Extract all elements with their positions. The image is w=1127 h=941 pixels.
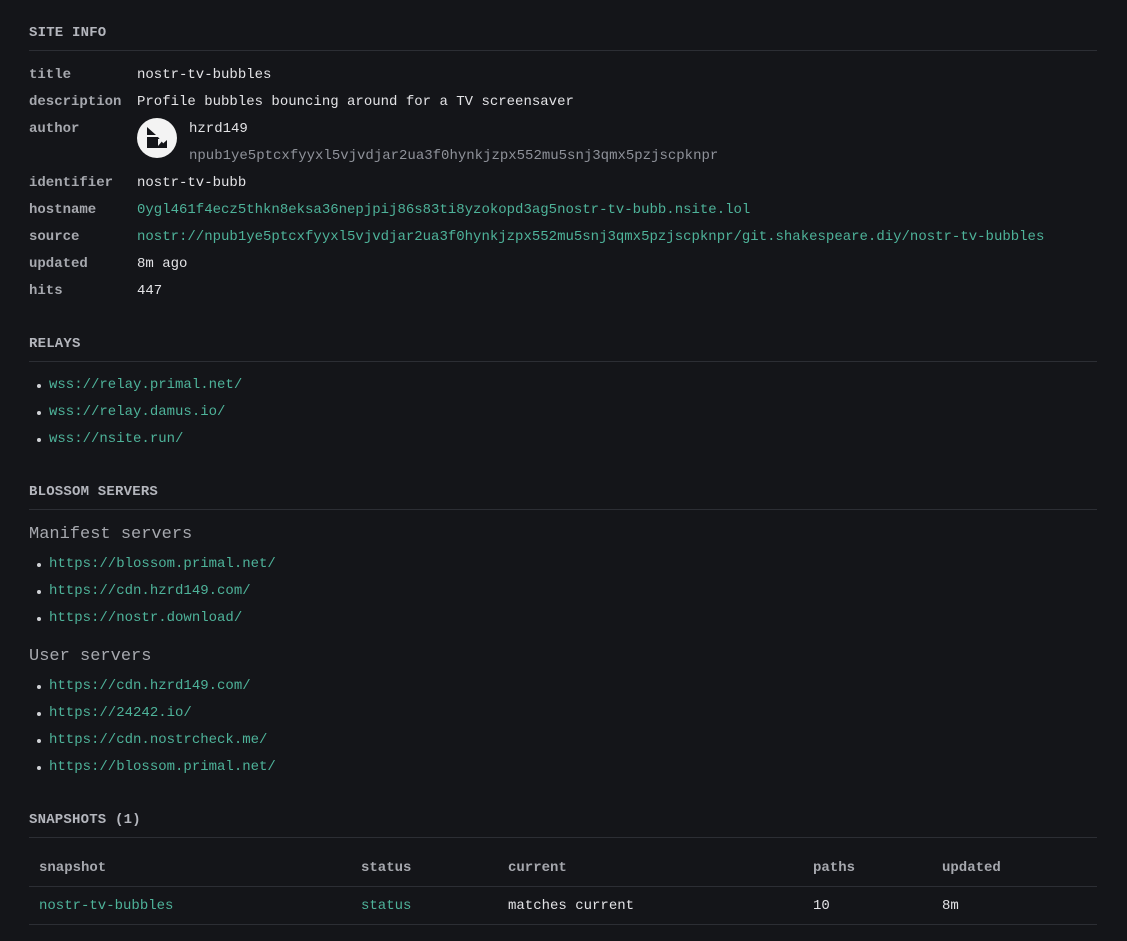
- list-item: https://cdn.hzrd149.com/: [37, 673, 1097, 700]
- snapshots-table: snapshot status current paths updated no…: [29, 849, 1097, 925]
- relay-link[interactable]: wss://nsite.run/: [49, 426, 183, 453]
- column-header-status: status: [351, 849, 498, 887]
- hostname-row: hostname 0ygl461f4ecz5thkn8eksa36nepjpij…: [29, 197, 1097, 224]
- site-info-section: SITE INFO title nostr-tv-bubbles descrip…: [29, 0, 1097, 305]
- server-link[interactable]: https://24242.io/: [49, 700, 192, 727]
- identifier-row: identifier nostr-tv-bubb: [29, 170, 1097, 197]
- bullet-icon: [37, 711, 41, 716]
- author-row: author hzrd149 npub1ye5ptcxfyyxl5vjvdjar…: [29, 116, 1097, 170]
- manifest-servers-heading: Manifest servers: [29, 525, 193, 544]
- bullet-icon: [37, 437, 41, 442]
- relay-link[interactable]: wss://relay.damus.io/: [49, 399, 225, 426]
- bullet-icon: [37, 738, 41, 743]
- column-header-paths: paths: [803, 849, 932, 887]
- bullet-icon: [37, 616, 41, 621]
- snapshot-link[interactable]: nostr-tv-bubbles: [39, 898, 173, 914]
- server-link[interactable]: https://cdn.hzrd149.com/: [49, 673, 251, 700]
- relays-list: wss://relay.primal.net/ wss://relay.damu…: [29, 372, 1097, 453]
- column-header-updated: updated: [932, 849, 1097, 887]
- author-npub: npub1ye5ptcxfyyxl5vjvdjar2ua3f0hynkjzpx5…: [189, 148, 719, 164]
- list-item: https://cdn.hzrd149.com/: [37, 578, 1097, 605]
- relays-heading: RELAYS: [29, 336, 1097, 362]
- hits-row: hits 447: [29, 278, 1097, 305]
- title-value: nostr-tv-bubbles: [137, 67, 272, 83]
- hits-key: hits: [29, 283, 63, 299]
- bullet-icon: [37, 562, 41, 567]
- description-row: description Profile bubbles bouncing aro…: [29, 89, 1097, 116]
- bullet-icon: [37, 765, 41, 770]
- list-item: wss://relay.primal.net/: [37, 372, 1097, 399]
- source-key: source: [29, 229, 80, 245]
- source-link[interactable]: nostr://npub1ye5ptcxfyyxl5vjvdjar2ua3f0h…: [137, 224, 1044, 251]
- table-header-row: snapshot status current paths updated: [29, 849, 1097, 887]
- column-header-current: current: [498, 849, 803, 887]
- server-link[interactable]: https://nostr.download/: [49, 605, 242, 632]
- manifest-servers-list: https://blossom.primal.net/ https://cdn.…: [29, 551, 1097, 632]
- updated-value: 8m ago: [137, 256, 188, 272]
- blossom-heading: BLOSSOM SERVERS: [29, 484, 1097, 510]
- author-text: hzrd149 npub1ye5ptcxfyyxl5vjvdjar2ua3f0h…: [189, 116, 718, 170]
- hostname-link[interactable]: 0ygl461f4ecz5thkn8eksa36nepjpij86s83ti8y…: [137, 197, 750, 224]
- site-info-table: title nostr-tv-bubbles description Profi…: [29, 62, 1097, 305]
- list-item: wss://nsite.run/: [37, 426, 1097, 453]
- site-info-heading: SITE INFO: [29, 25, 1097, 51]
- list-item: https://blossom.primal.net/: [37, 551, 1097, 578]
- list-item: https://blossom.primal.net/: [37, 754, 1097, 781]
- hits-value: 447: [137, 283, 163, 299]
- relays-section: RELAYS wss://relay.primal.net/ wss://rel…: [29, 336, 1097, 453]
- snapshots-section: SNAPSHOTS (1) snapshot status current pa…: [29, 812, 1097, 925]
- bullet-icon: [37, 383, 41, 388]
- hazard-logo-icon: [147, 127, 167, 148]
- title-row: title nostr-tv-bubbles: [29, 62, 1097, 89]
- page: SITE INFO title nostr-tv-bubbles descrip…: [0, 0, 1127, 925]
- status-link[interactable]: status: [361, 898, 411, 914]
- blossom-section: BLOSSOM SERVERS Manifest servers https:/…: [29, 484, 1097, 781]
- list-item: https://cdn.nostrcheck.me/: [37, 727, 1097, 754]
- column-header-snapshot: snapshot: [29, 849, 351, 887]
- author-key: author: [29, 121, 80, 137]
- identifier-value: nostr-tv-bubb: [137, 175, 247, 191]
- author-name[interactable]: hzrd149: [189, 116, 718, 143]
- server-link[interactable]: https://blossom.primal.net/: [49, 551, 276, 578]
- list-item: https://nostr.download/: [37, 605, 1097, 632]
- bullet-icon: [37, 410, 41, 415]
- user-servers-heading: User servers: [29, 647, 152, 666]
- identifier-key: identifier: [29, 175, 114, 191]
- bullet-icon: [37, 684, 41, 689]
- author-value[interactable]: hzrd149 npub1ye5ptcxfyyxl5vjvdjar2ua3f0h…: [137, 116, 718, 170]
- relay-link[interactable]: wss://relay.primal.net/: [49, 372, 242, 399]
- bullet-icon: [37, 589, 41, 594]
- paths-cell: 10: [803, 886, 932, 925]
- description-value: Profile bubbles bouncing around for a TV…: [137, 94, 574, 110]
- server-link[interactable]: https://cdn.nostrcheck.me/: [49, 727, 267, 754]
- updated-cell: 8m: [932, 886, 1097, 925]
- list-item: https://24242.io/: [37, 700, 1097, 727]
- server-link[interactable]: https://cdn.hzrd149.com/: [49, 578, 251, 605]
- current-cell: matches current: [498, 886, 803, 925]
- avatar[interactable]: [137, 118, 177, 158]
- user-servers-list: https://cdn.hzrd149.com/ https://24242.i…: [29, 673, 1097, 781]
- hostname-key: hostname: [29, 202, 97, 218]
- updated-row: updated 8m ago: [29, 251, 1097, 278]
- snapshots-heading: SNAPSHOTS (1): [29, 812, 1097, 838]
- description-key: description: [29, 94, 122, 110]
- updated-key: updated: [29, 256, 88, 272]
- list-item: wss://relay.damus.io/: [37, 399, 1097, 426]
- table-row: nostr-tv-bubbles status matches current …: [29, 886, 1097, 925]
- server-link[interactable]: https://blossom.primal.net/: [49, 754, 276, 781]
- source-row: source nostr://npub1ye5ptcxfyyxl5vjvdjar…: [29, 224, 1097, 251]
- title-key: title: [29, 67, 72, 83]
